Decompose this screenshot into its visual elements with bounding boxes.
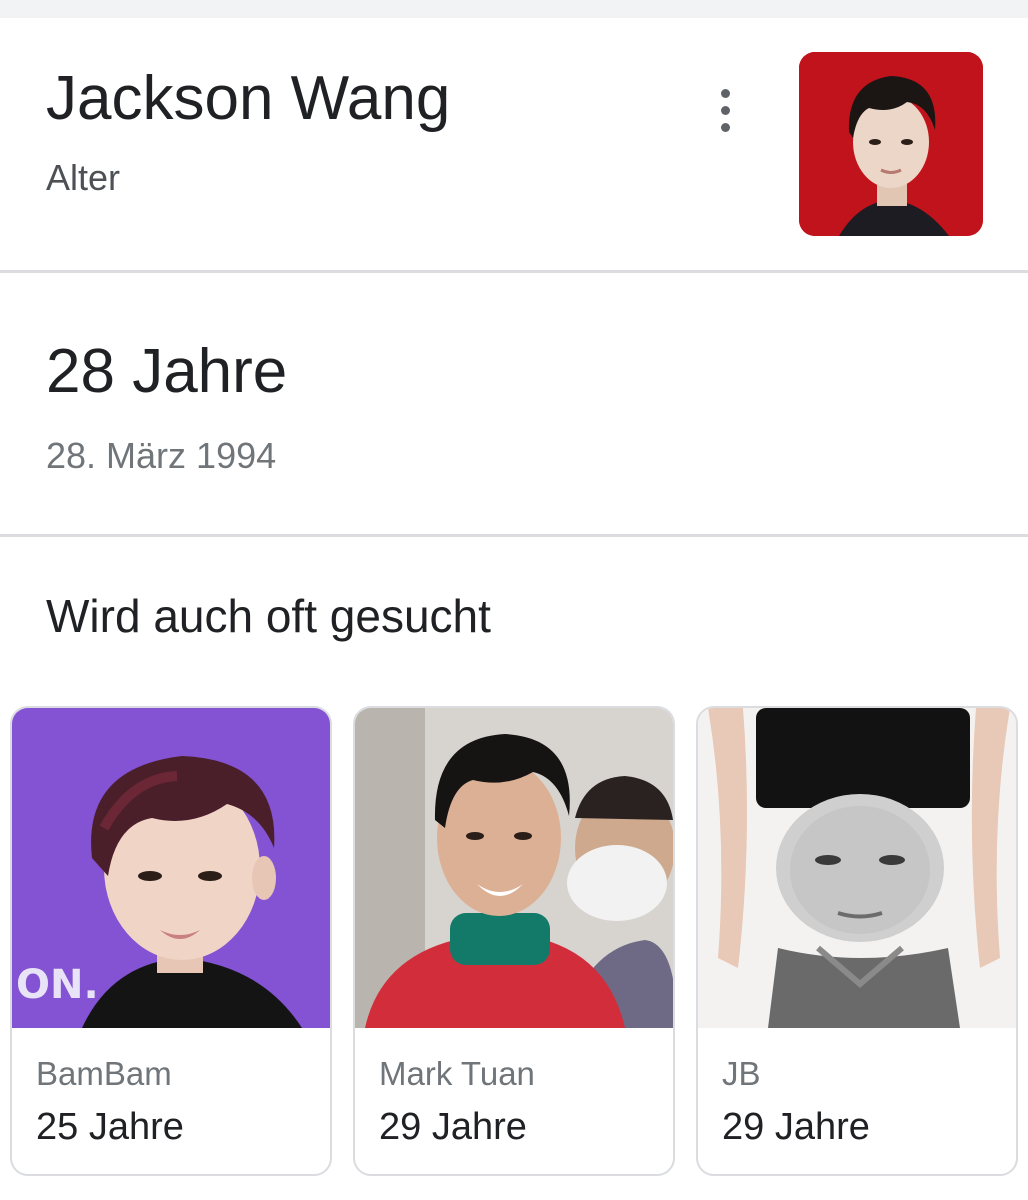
entity-subtitle: Alter: [46, 157, 121, 198]
person-name: BamBam: [36, 1055, 172, 1092]
person-age: 29 Jahre: [722, 1106, 870, 1148]
related-person-card[interactable]: Mark Tuan 29 Jahre: [353, 706, 675, 1176]
person-photo: [355, 708, 673, 1028]
related-person-card[interactable]: JB 29 Jahre: [696, 706, 1018, 1176]
top-strip: [0, 0, 1028, 18]
more-vert-icon: [720, 88, 730, 132]
entity-photo: [799, 52, 983, 236]
entity-thumbnail[interactable]: [799, 52, 983, 236]
birth-date: 28. März 1994: [46, 435, 277, 476]
age-answer: 28 Jahre: [46, 337, 288, 406]
entity-title[interactable]: Jackson Wang: [46, 64, 450, 134]
person-photo: ON.: [12, 708, 330, 1028]
divider: [0, 534, 1028, 537]
person-name: JB: [722, 1055, 761, 1092]
person-age: 25 Jahre: [36, 1106, 184, 1148]
knowledge-card: Jackson Wang Alter 28 Jahre 28. März 199…: [0, 18, 1028, 1200]
related-person-card[interactable]: ON. BamBam 25 Jahre: [10, 706, 332, 1176]
divider: [0, 270, 1028, 273]
person-name: Mark Tuan: [379, 1055, 535, 1092]
person-age: 29 Jahre: [379, 1106, 527, 1148]
related-section-title: Wird auch oft gesucht: [46, 590, 491, 642]
more-options-button[interactable]: [702, 80, 748, 140]
photo-text: ON.: [16, 962, 99, 1008]
card-header: Jackson Wang Alter: [0, 18, 1028, 270]
person-photo: [698, 708, 1016, 1028]
